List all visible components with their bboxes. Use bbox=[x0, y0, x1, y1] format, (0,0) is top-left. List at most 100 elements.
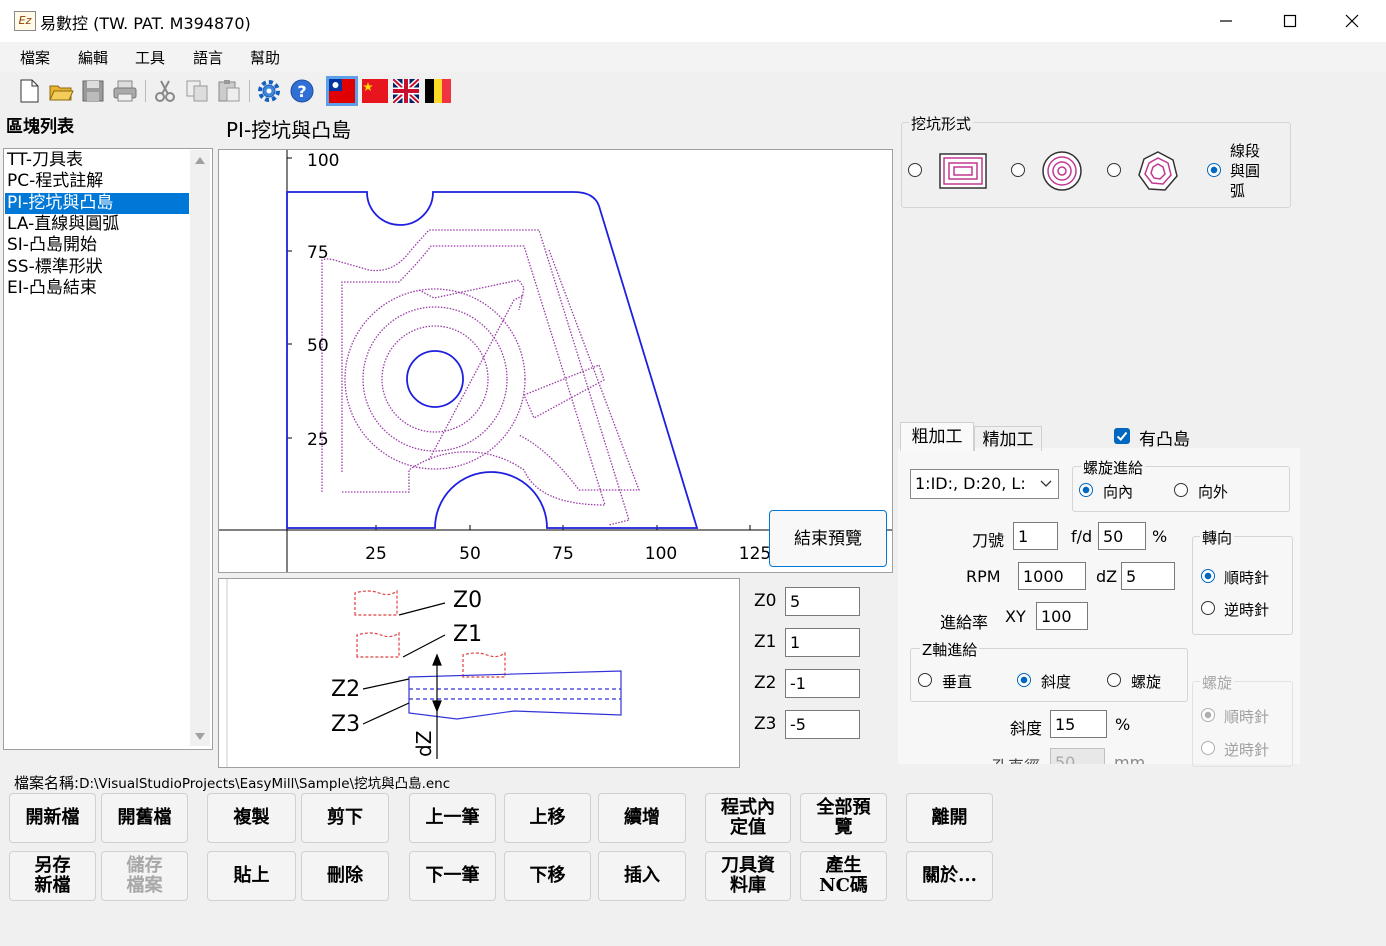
append-button[interactable]: 續增 bbox=[598, 793, 686, 843]
close-icon bbox=[1345, 14, 1359, 28]
feed-rate-label: 進給率 bbox=[940, 613, 989, 632]
slope-unit: % bbox=[1115, 715, 1131, 734]
about-button[interactable]: 關於... bbox=[906, 851, 993, 901]
z-feed-slope-radio[interactable] bbox=[1017, 673, 1031, 687]
z-field-input[interactable]: 1 bbox=[785, 628, 860, 657]
spiral-outward-radio[interactable] bbox=[1174, 483, 1188, 497]
flag-taiwan-icon[interactable] bbox=[326, 76, 358, 106]
app-icon: Ez bbox=[14, 11, 36, 31]
spiral-inward-label: 向內 bbox=[1103, 483, 1134, 501]
y-tick-label: 100 bbox=[307, 151, 339, 171]
save-as-button[interactable]: 另存新檔 bbox=[9, 851, 96, 901]
delete-button[interactable]: 刪除 bbox=[301, 851, 389, 901]
minimize-icon bbox=[1220, 20, 1232, 22]
help-question-icon[interactable]: ? bbox=[289, 78, 315, 104]
tab-finish[interactable]: 精加工 bbox=[974, 426, 1042, 451]
block-list-item[interactable]: PI-挖坑與凸島 bbox=[5, 192, 189, 214]
exit-button[interactable]: 離開 bbox=[906, 793, 993, 843]
scroll-up-arrow-icon[interactable] bbox=[193, 154, 207, 166]
slope-field[interactable]: 15 bbox=[1050, 710, 1107, 738]
block-list-item[interactable]: SS-標準形狀 bbox=[5, 257, 189, 278]
z-field-input[interactable]: -1 bbox=[785, 669, 860, 698]
z-field-input[interactable]: -5 bbox=[785, 710, 860, 739]
next-record-button[interactable]: 下一筆 bbox=[409, 851, 496, 901]
gear-settings-icon[interactable] bbox=[256, 78, 282, 104]
maximize-button[interactable] bbox=[1260, 0, 1320, 42]
spiral-inward-radio[interactable] bbox=[1079, 483, 1093, 497]
spiral-cw-radio[interactable] bbox=[1201, 708, 1215, 722]
preview-all-button[interactable]: 全部預覽 bbox=[800, 793, 887, 843]
paste-button[interactable]: 貼上 bbox=[207, 851, 296, 901]
xy-feed-field[interactable]: 100 bbox=[1036, 602, 1088, 630]
generate-nc-button[interactable]: 產生NC碼 bbox=[800, 851, 887, 901]
pocket-style-radio-line-arc[interactable] bbox=[1207, 163, 1221, 177]
fd-field[interactable]: 50 bbox=[1098, 522, 1146, 550]
direction-cw-radio[interactable] bbox=[1201, 569, 1215, 583]
open-file-button[interactable]: 開舊檔 bbox=[101, 793, 188, 843]
pocket-style-radio-1[interactable] bbox=[908, 163, 922, 177]
tool-select-value: 1:ID:, D:20, L: bbox=[915, 474, 1026, 493]
z-feed-slope-label: 斜度 bbox=[1041, 673, 1072, 691]
z-feed-vertical-radio[interactable] bbox=[918, 673, 932, 687]
flag-belgium-icon[interactable] bbox=[425, 79, 451, 103]
menu-language[interactable]: 語言 bbox=[193, 47, 223, 68]
move-up-button[interactable]: 上移 bbox=[504, 793, 591, 843]
new-file-icon[interactable] bbox=[16, 78, 42, 104]
copy-icon[interactable] bbox=[184, 78, 210, 104]
end-preview-button[interactable]: 結束預覽 bbox=[769, 510, 887, 567]
tool-number-field[interactable]: 1 bbox=[1013, 522, 1058, 550]
block-list-item[interactable]: LA-直線與圓弧 bbox=[5, 214, 189, 235]
tab-rough[interactable]: 粗加工 bbox=[900, 422, 974, 451]
tool-select-dropdown[interactable]: 1:ID:, D:20, L: bbox=[910, 469, 1059, 499]
tool-database-button[interactable]: 刀具資料庫 bbox=[705, 851, 791, 901]
pocket-style-radio-2[interactable] bbox=[1011, 163, 1025, 177]
block-list-item[interactable]: PC-程式註解 bbox=[5, 171, 189, 192]
close-button[interactable] bbox=[1322, 0, 1382, 42]
hole-diameter-field[interactable]: 50 bbox=[1050, 748, 1105, 764]
list-scrollbar[interactable] bbox=[190, 150, 210, 746]
insert-button[interactable]: 插入 bbox=[598, 851, 686, 901]
pocket-style-radio-3[interactable] bbox=[1107, 163, 1121, 177]
cut-scissors-icon[interactable] bbox=[152, 78, 178, 104]
direction-cw-label: 順時針 bbox=[1224, 569, 1270, 587]
spiral-ccw-radio[interactable] bbox=[1201, 741, 1215, 755]
z3-diagram-label: Z3 bbox=[331, 712, 360, 737]
save-file-button[interactable]: 儲存檔案 bbox=[101, 851, 188, 901]
block-list-item[interactable]: SI-凸島開始 bbox=[5, 235, 189, 256]
y-tick-label: 25 bbox=[307, 430, 329, 450]
has-island-checkbox[interactable] bbox=[1114, 428, 1130, 444]
menu-file[interactable]: 檔案 bbox=[20, 47, 50, 68]
print-icon[interactable] bbox=[112, 78, 138, 104]
hole-diameter-row: 孔直徑 50 mm bbox=[900, 748, 1192, 764]
program-defaults-button[interactable]: 程式內定值 bbox=[705, 793, 791, 843]
minimize-button[interactable] bbox=[1196, 0, 1256, 42]
menu-help[interactable]: 幫助 bbox=[250, 47, 280, 68]
new-file-button[interactable]: 開新檔 bbox=[9, 793, 96, 843]
paste-clipboard-icon[interactable] bbox=[216, 78, 242, 104]
circular-pocket-icon bbox=[1042, 151, 1082, 191]
z-level-drawing: Z0 Z1 Z2 Z3 dZ bbox=[226, 579, 622, 767]
rpm-field[interactable]: 1000 bbox=[1018, 562, 1086, 590]
dz-field[interactable]: 5 bbox=[1121, 562, 1175, 590]
block-list-item[interactable]: EI-凸島結束 bbox=[5, 278, 189, 299]
direction-ccw-radio[interactable] bbox=[1201, 601, 1215, 615]
previous-record-button[interactable]: 上一筆 bbox=[409, 793, 496, 843]
hole-diameter-unit: mm bbox=[1114, 753, 1146, 764]
menu-edit[interactable]: 編輯 bbox=[78, 47, 108, 68]
z-feed-spiral-label: 螺旋 bbox=[1131, 673, 1162, 691]
flag-uk-icon[interactable] bbox=[393, 79, 419, 103]
menu-tools[interactable]: 工具 bbox=[135, 47, 165, 68]
rectangular-pocket-icon bbox=[939, 153, 987, 189]
move-down-button[interactable]: 下移 bbox=[504, 851, 591, 901]
fd-label: f/d bbox=[1071, 527, 1093, 546]
flag-china-icon[interactable] bbox=[362, 79, 388, 103]
block-list-item[interactable]: TT-刀具表 bbox=[5, 150, 189, 171]
z-field-input[interactable]: 5 bbox=[785, 587, 860, 616]
z-feed-spiral-radio[interactable] bbox=[1107, 673, 1121, 687]
scroll-down-arrow-icon[interactable] bbox=[193, 730, 207, 742]
open-folder-icon[interactable] bbox=[48, 78, 74, 104]
save-disk-icon[interactable] bbox=[80, 78, 106, 104]
copy-button[interactable]: 複製 bbox=[207, 793, 296, 843]
svg-text:?: ? bbox=[297, 82, 306, 101]
cut-button[interactable]: 剪下 bbox=[301, 793, 389, 843]
